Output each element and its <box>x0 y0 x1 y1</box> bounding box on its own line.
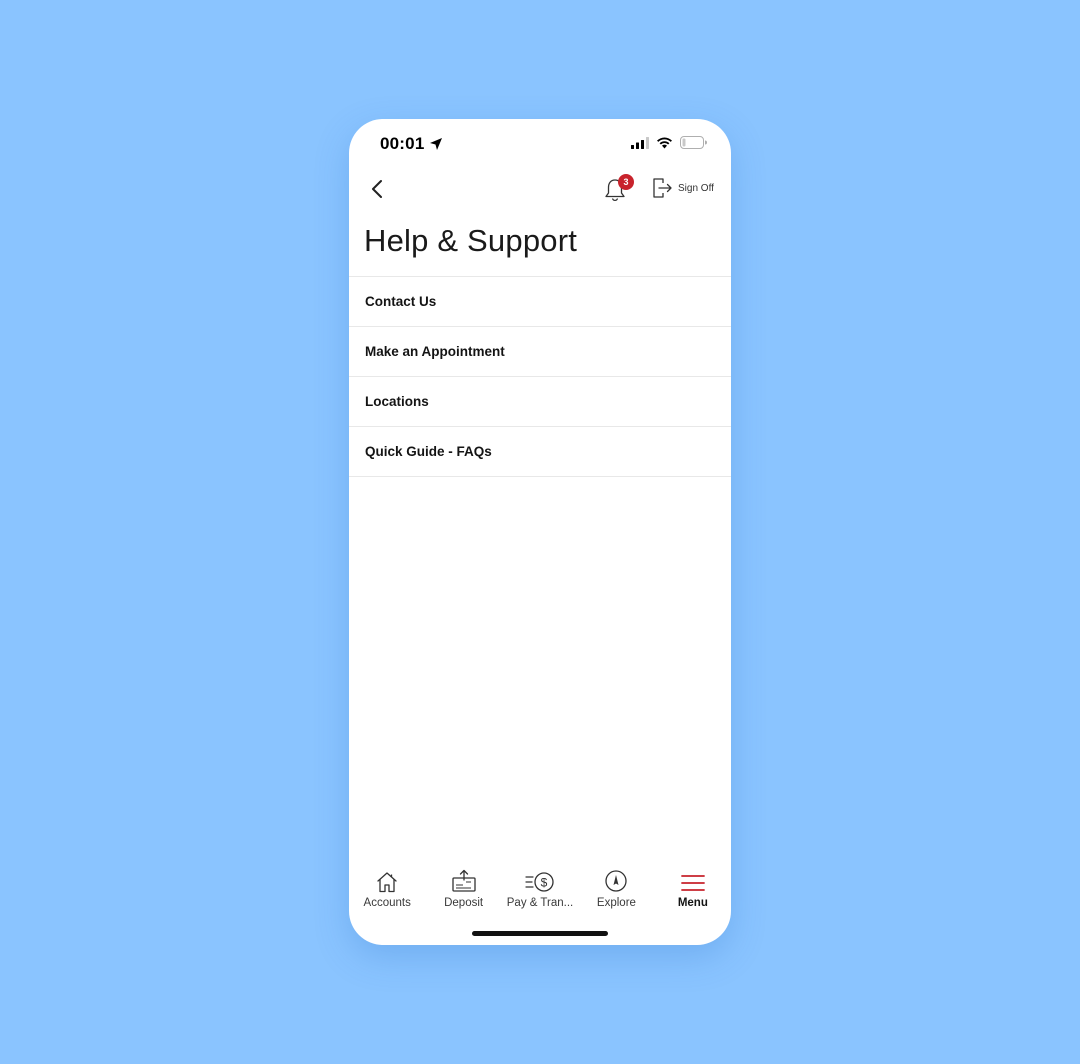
wifi-icon <box>657 137 672 148</box>
menu-item-contact-us[interactable]: Contact Us <box>349 277 731 327</box>
home-indicator[interactable] <box>472 931 608 936</box>
tab-label: Accounts <box>363 897 411 909</box>
pay-transfer-icon: $ <box>525 872 554 892</box>
battery-icon <box>680 136 707 149</box>
menu-item-quick-guide-faqs[interactable]: Quick Guide - FAQs <box>349 427 731 477</box>
help-menu-list: Contact Us Make an Appointment Locations… <box>349 276 731 477</box>
menu-item-label: Locations <box>365 394 429 409</box>
svg-text:$: $ <box>541 876 548 890</box>
sign-off-icon <box>653 178 672 198</box>
menu-item-label: Quick Guide - FAQs <box>365 444 492 459</box>
tab-label: Explore <box>596 897 636 909</box>
home-icon <box>377 872 397 893</box>
tab-menu[interactable]: Menu <box>655 867 731 915</box>
compass-icon <box>605 870 628 892</box>
tab-label: Pay & Tran... <box>506 897 574 909</box>
back-button[interactable] <box>363 175 391 203</box>
notification-badge: 3 <box>618 174 634 190</box>
menu-item-locations[interactable]: Locations <box>349 377 731 427</box>
tab-pay-transfer[interactable]: $ Pay & Tran... <box>502 867 578 915</box>
location-arrow-icon <box>430 138 442 150</box>
sign-off-label: Sign Off <box>678 182 714 194</box>
status-time: 00:01 <box>380 134 425 153</box>
tab-explore[interactable]: Explore <box>578 867 654 915</box>
tab-deposit[interactable]: Deposit <box>425 867 501 915</box>
sign-off-button[interactable]: Sign Off <box>652 177 714 199</box>
menu-item-label: Make an Appointment <box>365 344 505 359</box>
tab-label: Menu <box>677 897 708 909</box>
tab-label: Deposit <box>444 897 484 909</box>
menu-item-make-appointment[interactable]: Make an Appointment <box>349 327 731 377</box>
hamburger-menu-icon <box>680 875 705 891</box>
phone-screen: 00:01 3 Sign Off Help & Support Contact … <box>349 119 731 945</box>
deposit-check-icon <box>451 869 476 892</box>
notifications-button[interactable]: 3 <box>604 174 634 203</box>
cellular-signal-icon <box>631 136 649 149</box>
status-icons <box>631 136 707 149</box>
page-title: Help & Support <box>364 223 578 258</box>
menu-item-label: Contact Us <box>365 294 437 309</box>
bottom-tab-bar: Accounts Deposit $ Pay & Tran... Explore… <box>349 867 731 915</box>
tab-accounts[interactable]: Accounts <box>349 867 425 915</box>
chevron-left-icon <box>372 180 382 198</box>
